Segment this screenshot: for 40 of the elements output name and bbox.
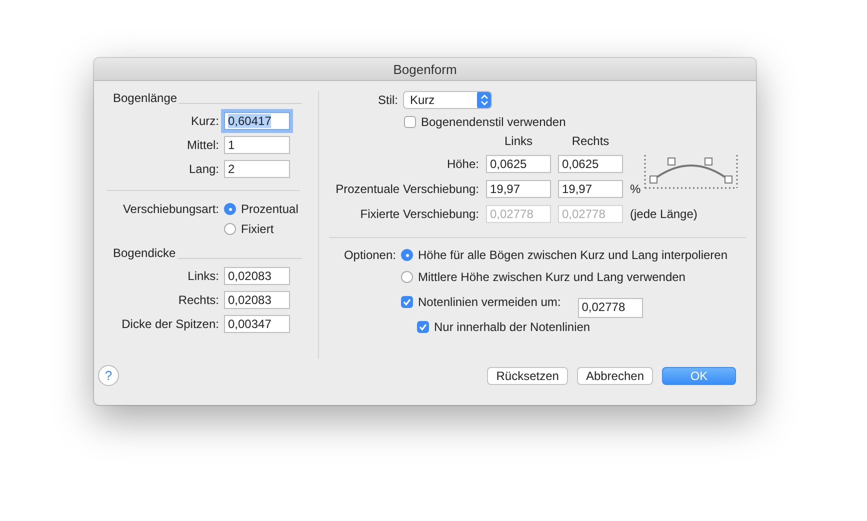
dialog-button[interactable]: Abbrechen: [576, 366, 653, 384]
field-label: Fixierte Verschiebung:: [359, 207, 479, 221]
radio-option[interactable]: Fixiert: [224, 222, 298, 236]
unit-label: (jede Länge): [630, 207, 698, 221]
input-field[interactable]: 0,00347: [224, 315, 290, 333]
input-field[interactable]: 2: [224, 160, 290, 178]
radio-option[interactable]: Höhe für alle Bögen zwischen Kurz und Lang interpolieren: [401, 248, 728, 262]
field-label: Dicke der Spitzen:: [120, 317, 219, 331]
field-label: Prozentuale Verschiebung:: [334, 182, 479, 196]
field-label: Höhe:: [446, 157, 479, 171]
field-label: Mittel:: [186, 138, 219, 152]
checkbox-option[interactable]: Bogenendenstil verwenden: [404, 115, 746, 129]
window-title: Bogenform: [393, 62, 457, 76]
input-field[interactable]: 19,97: [558, 180, 623, 198]
input-field[interactable]: 0,0625: [558, 155, 623, 173]
input-field[interactable]: 0,02083: [224, 267, 290, 285]
section-heading: Bogenlänge: [113, 91, 178, 105]
column-heading: Links: [503, 134, 534, 148]
checkbox-option[interactable]: Nur innerhalb der Notenlinien: [417, 320, 728, 334]
dialog-button[interactable]: Rücksetzen: [487, 366, 568, 384]
style-dropdown[interactable]: Kurz: [403, 91, 492, 109]
input-field[interactable]: 0,0625: [486, 155, 551, 173]
field-label: Kurz:: [190, 114, 219, 128]
radio-option[interactable]: Prozentual: [224, 202, 298, 216]
radio-option[interactable]: Mittlere Höhe zwischen Kurz und Lang verwenden: [401, 270, 728, 284]
section-heading: Bogendicke: [113, 246, 176, 260]
input-field[interactable]: 1: [224, 136, 290, 154]
field-label: Links:: [186, 269, 219, 283]
input-field[interactable]: 0,02083: [224, 291, 290, 309]
field-label: Lang:: [188, 162, 219, 176]
field-label: Verschiebungsart:: [122, 202, 219, 218]
unit-label: %: [630, 182, 642, 196]
field-label: Optionen:: [342, 248, 396, 264]
input-field[interactable]: 0,60417: [224, 112, 290, 130]
field-label: Stil:: [376, 93, 398, 107]
input-field[interactable]: 0,02778: [578, 298, 643, 318]
field-label: Rechts:: [177, 293, 219, 307]
checkbox-option[interactable]: Notenlinien vermeiden um:: [401, 295, 561, 309]
column-heading: Rechts: [570, 134, 610, 148]
input-field[interactable]: 19,97: [486, 180, 551, 198]
